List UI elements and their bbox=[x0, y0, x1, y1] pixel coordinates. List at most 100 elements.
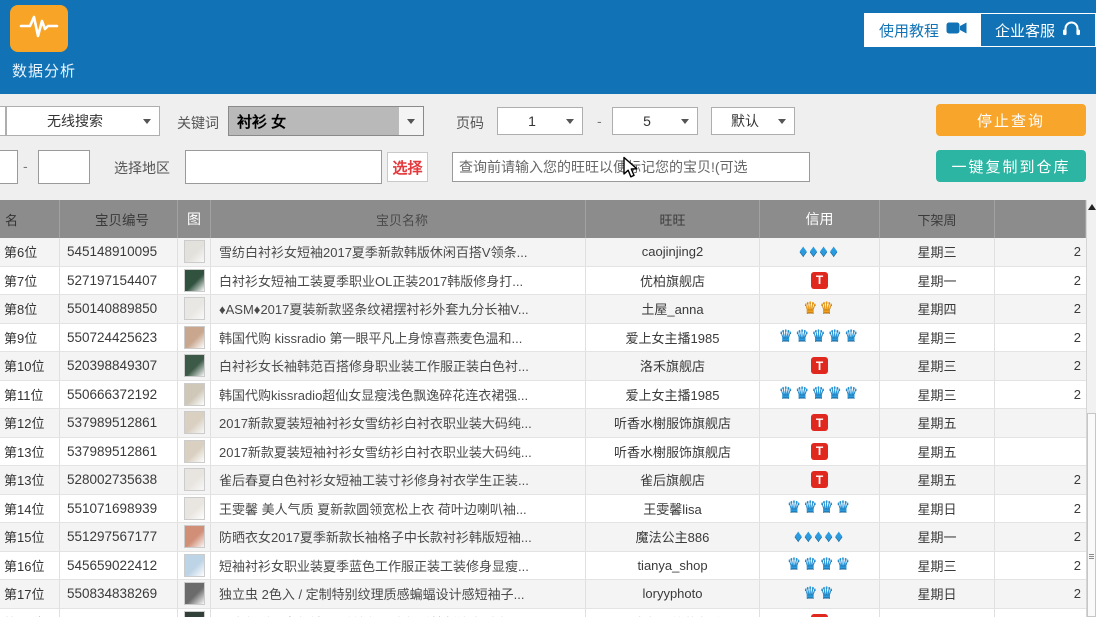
table-row[interactable]: 第9位550724425623 韩国代购 kissradio 第一眼平凡上身惊喜燕… bbox=[0, 324, 1086, 353]
table-row[interactable]: 第12位5379895128612017新款夏装短袖衬衫女雪纺衫白衬衣职业装大码… bbox=[0, 409, 1086, 438]
scroll-up-arrow-icon[interactable] bbox=[1088, 204, 1096, 210]
item-name-cell[interactable]: 白衬衫女短袖工装夏季职业OL正装2017韩版修身打... bbox=[211, 267, 586, 295]
table-row[interactable]: 第13位5379895128612017新款夏装短袖衬衫女雪纺衫白衬衣职业装大码… bbox=[0, 438, 1086, 467]
item-id-cell: 550140889850 bbox=[60, 295, 178, 323]
item-name-cell[interactable]: 韩国代购 kissradio 第一眼平凡上身惊喜燕麦色温和... bbox=[211, 324, 586, 352]
crown-blue-icons: ♛♛♛♛♛ bbox=[779, 329, 861, 345]
item-thumbnail[interactable] bbox=[184, 383, 205, 406]
copy-to-warehouse-button[interactable]: 一键复制到仓库 bbox=[936, 150, 1086, 182]
wangwang-cell: 爱上女主播1985 bbox=[586, 324, 760, 352]
price-min-input[interactable] bbox=[0, 150, 18, 184]
item-thumbnail[interactable] bbox=[184, 326, 205, 349]
item-thumbnail[interactable] bbox=[184, 440, 205, 463]
item-name-cell[interactable]: 短袖衬衫女职业装夏季蓝色工作服正装工装修身显瘦... bbox=[211, 552, 586, 580]
table-row[interactable]: 第10位520398849307白衬衫女长袖韩范百搭修身职业装工作服正装白色衬.… bbox=[0, 352, 1086, 381]
table-row[interactable]: 第11位550666372192韩国代购kissradio超仙女显瘦浅色飘逸碎花… bbox=[0, 381, 1086, 410]
table-row[interactable]: 第15位551297567177防晒衣女2017夏季新款长袖格子中长款衬衫韩版短… bbox=[0, 523, 1086, 552]
table-row[interactable]: 第14位551071698939王雯馨 美人气质 夏新款圆领宽松上衣 荷叶边喇叭… bbox=[0, 495, 1086, 524]
column-header-week: 下架周 bbox=[880, 200, 995, 238]
week-cell: 星期日 bbox=[880, 495, 995, 523]
item-thumbnail[interactable] bbox=[184, 554, 205, 577]
keyword-dropdown-button[interactable] bbox=[398, 107, 423, 135]
week-cell: 星期四 bbox=[880, 609, 995, 617]
item-thumbnail[interactable] bbox=[184, 411, 205, 434]
page-to-select[interactable]: 5 bbox=[612, 107, 698, 135]
item-name-cell[interactable]: 雪纺白衬衫女短袖2017夏季新款韩版休闲百搭V领条... bbox=[211, 238, 586, 266]
wangwang-cell: loryyphoto bbox=[586, 580, 760, 608]
item-name-cell[interactable]: 防晒衣女2017夏季新款长袖格子中长款衬衫韩版短袖... bbox=[211, 523, 586, 551]
week-cell: 星期三 bbox=[880, 552, 995, 580]
tmall-icon: T bbox=[811, 471, 828, 488]
column-header-name: 宝贝名称 bbox=[211, 200, 586, 238]
crown-blue-icons: ♛♛♛♛♛ bbox=[779, 386, 861, 402]
date-cell: 2 bbox=[995, 324, 1086, 352]
price-max-input[interactable] bbox=[38, 150, 90, 184]
page-from-select[interactable]: 1 bbox=[497, 107, 583, 135]
table-row[interactable]: 第6位545148910095雪纺白衬衫女短袖2017夏季新款韩版休闲百搭V领条… bbox=[0, 238, 1086, 267]
chevron-down-icon bbox=[566, 119, 574, 124]
support-button[interactable]: 企业客服 bbox=[981, 14, 1095, 46]
item-name-cell[interactable]: ♦ASM♦2017夏装新款竖条纹裙摆衬衫外套九分长袖V... bbox=[211, 295, 586, 323]
vertical-scrollbar[interactable] bbox=[1086, 200, 1096, 617]
table-row[interactable]: 第7位527197154407白衬衫女短袖工装夏季职业OL正装2017韩版修身打… bbox=[0, 267, 1086, 296]
item-thumbnail[interactable] bbox=[184, 269, 205, 292]
item-thumbnail[interactable] bbox=[184, 354, 205, 377]
thumbnail-cell bbox=[178, 324, 211, 352]
item-id-cell: 550834838269 bbox=[60, 580, 178, 608]
app-logo bbox=[10, 5, 68, 52]
item-id-cell: 520920244994 bbox=[60, 609, 178, 617]
item-thumbnail[interactable] bbox=[184, 468, 205, 491]
table-row[interactable]: 第16位545659022412短袖衬衫女职业装夏季蓝色工作服正装工装修身显瘦.… bbox=[0, 552, 1086, 581]
search-type-select[interactable]: 无线搜索 bbox=[6, 106, 160, 136]
item-name-cell[interactable]: 小白领衬衫女长袖 夏季纯色显瘦气质韩版修身衬衣... bbox=[211, 609, 586, 617]
stop-query-button[interactable]: 停止查询 bbox=[936, 104, 1086, 136]
wangwang-input[interactable]: 查询前请输入您的旺旺以便标记您的宝贝!(可选 bbox=[452, 152, 810, 182]
region-pick-button[interactable]: 选择 bbox=[387, 152, 428, 182]
thumbnail-cell bbox=[178, 523, 211, 551]
item-name-cell[interactable]: 雀后春夏白色衬衫女短袖工装寸衫修身衬衣学生正装... bbox=[211, 466, 586, 494]
table-row[interactable]: 第13位528002735638雀后春夏白色衬衫女短袖工装寸衫修身衬衣学生正装.… bbox=[0, 466, 1086, 495]
rank-cell: 第13位 bbox=[0, 466, 60, 494]
table-row[interactable]: 第18位520920244994小白领衬衫女长袖 夏季纯色显瘦气质韩版修身衬衣.… bbox=[0, 609, 1086, 617]
pulse-icon bbox=[17, 10, 61, 47]
week-cell: 星期五 bbox=[880, 466, 995, 494]
table-header-row: 名宝贝编号图宝贝名称旺旺信用下架周 bbox=[0, 200, 1086, 238]
sort-select[interactable]: 默认 bbox=[711, 107, 795, 135]
table-row[interactable]: 第8位550140889850♦ASM♦2017夏装新款竖条纹裙摆衬衫外套九分长… bbox=[0, 295, 1086, 324]
page-range-separator: - bbox=[597, 113, 602, 129]
credit-cell: ♦♦♦♦ bbox=[760, 238, 880, 266]
wangwang-cell: 优柏旗舰店 bbox=[586, 267, 760, 295]
keyword-combobox[interactable]: 衬衫 女 bbox=[228, 106, 424, 136]
item-thumbnail[interactable] bbox=[184, 611, 205, 617]
scrollbar-grip-icon bbox=[1089, 554, 1094, 560]
item-name-cell[interactable]: 2017新款夏装短袖衬衫女雪纺衫白衬衣职业装大码纯... bbox=[211, 438, 586, 466]
scrollbar-thumb[interactable] bbox=[1087, 413, 1096, 617]
credit-cell: ♦♦♦♦♦ bbox=[760, 523, 880, 551]
page-to-value: 5 bbox=[613, 113, 681, 129]
item-thumbnail[interactable] bbox=[184, 497, 205, 520]
chevron-down-icon bbox=[778, 119, 786, 124]
wangwang-cell: 听香水榭服饰旗舰店 bbox=[586, 409, 760, 437]
tmall-icon: T bbox=[811, 414, 828, 431]
wangwang-cell: 土屋_anna bbox=[586, 295, 760, 323]
wangwang-cell: 小白领服饰旗舰店 bbox=[586, 609, 760, 617]
item-id-cell: 537989512861 bbox=[60, 409, 178, 437]
item-thumbnail[interactable] bbox=[184, 297, 205, 320]
region-label: 选择地区 bbox=[114, 158, 170, 178]
table-row[interactable]: 第17位550834838269独立虫 2色入 / 定制特别纹理质感蝙蝠设计感短… bbox=[0, 580, 1086, 609]
rank-cell: 第9位 bbox=[0, 324, 60, 352]
item-name-cell[interactable]: 白衬衫女长袖韩范百搭修身职业装工作服正装白色衬... bbox=[211, 352, 586, 380]
item-name-cell[interactable]: 2017新款夏装短袖衬衫女雪纺衫白衬衣职业装大码纯... bbox=[211, 409, 586, 437]
thumbnail-cell bbox=[178, 438, 211, 466]
item-name-cell[interactable]: 韩国代购kissradio超仙女显瘦浅色飘逸碎花连衣裙强... bbox=[211, 381, 586, 409]
item-thumbnail[interactable] bbox=[184, 525, 205, 548]
region-input[interactable] bbox=[185, 150, 382, 184]
item-thumbnail[interactable] bbox=[184, 240, 205, 263]
tutorial-button[interactable]: 使用教程 bbox=[865, 14, 981, 46]
diamond-blue-icons: ♦♦♦♦ bbox=[799, 244, 840, 260]
item-thumbnail[interactable] bbox=[184, 582, 205, 605]
item-id-cell: 550724425623 bbox=[60, 324, 178, 352]
results-table: 名宝贝编号图宝贝名称旺旺信用下架周 第6位545148910095雪纺白衬衫女短… bbox=[0, 200, 1086, 617]
item-name-cell[interactable]: 王雯馨 美人气质 夏新款圆领宽松上衣 荷叶边喇叭袖... bbox=[211, 495, 586, 523]
item-name-cell[interactable]: 独立虫 2色入 / 定制特别纹理质感蝙蝠设计感短袖子... bbox=[211, 580, 586, 608]
